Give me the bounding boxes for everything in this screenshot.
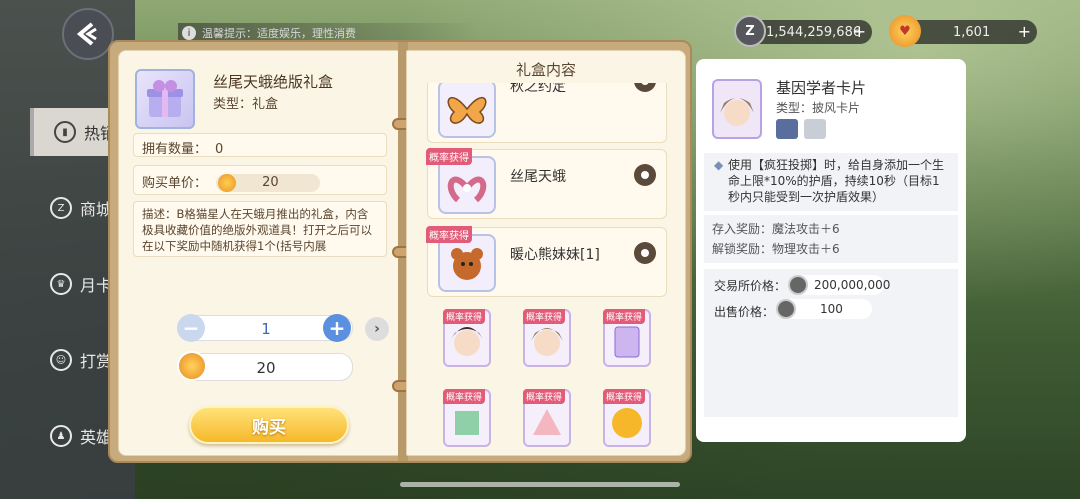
item-thumbnail (438, 83, 496, 138)
probability-tag: 概率获得 (603, 309, 646, 324)
chart-icon: ▮ (54, 121, 76, 143)
coin-amount: 1,544,259,686 (766, 24, 862, 40)
probability-tag: 概率获得 (523, 389, 566, 404)
add-coins-button[interactable]: + (853, 23, 866, 41)
probability-tag: 概率获得 (426, 226, 472, 243)
coin-icon (788, 275, 808, 295)
probability-tag: 概率获得 (523, 309, 566, 324)
item-description: 描述：B格猫星人在天蛾月推出的礼盒，内含极具收藏价值的绝版外观道具！打开之后可以… (133, 201, 387, 257)
item-name: 丝尾天蛾 (510, 169, 566, 185)
grid-item[interactable]: 概率获得 (603, 389, 651, 447)
probability-tag: 概率获得 (443, 309, 486, 324)
gem-counter: ♥ 1,601 + (889, 15, 1037, 47)
effect-text: 使用【疯狂投掷】时，给自身添加一个生命上限*10%的护盾，持续10秒（目标1秒内… (728, 158, 945, 204)
probability-tag: 概率获得 (443, 389, 486, 404)
item-detail-card: 基因学者卡片 类型：披风卡片 ◆ 使用【疯狂投掷】时，给自身添加一个生命上限*1… (696, 59, 966, 442)
owned-value: 0 (215, 142, 224, 157)
gift-icon: ☺ (50, 349, 72, 371)
card-name: 基因学者卡片 (776, 79, 867, 97)
chevron-right-icon: › (374, 321, 380, 337)
price-value: 20 (262, 174, 279, 190)
scan-icon[interactable] (776, 119, 798, 139)
list-item[interactable]: 概率获得 暖心熊妹妹[1] (426, 226, 667, 297)
grid-item[interactable]: 概率获得 (603, 309, 651, 367)
coin-counter: Z 1,544,259,686 + (734, 15, 872, 47)
market-price-pill: 200,000,000 (788, 275, 890, 295)
list-item[interactable]: 秋之约定 (427, 83, 667, 143)
plus-icon: + (328, 316, 346, 340)
gift-book-panel: 丝尾天蛾绝版礼盒 类型：礼盒 拥有数量： 0 购买单价： 20 描述：B格猫星人在… (108, 40, 692, 463)
hero-icon: ♟ (50, 425, 72, 447)
crown-icon: ♛ (50, 273, 72, 295)
grid-item[interactable]: 概率获得 (443, 389, 491, 447)
coin-icon: Z (734, 15, 766, 47)
eye-icon[interactable] (634, 242, 656, 264)
price-label: 购买单价： (142, 176, 208, 191)
contents-title: 礼盒内容 (515, 61, 576, 79)
grid-item[interactable]: 概率获得 (523, 309, 571, 367)
scholar-portrait-icon (720, 98, 754, 126)
gift-contents-page: 礼盒内容 秋之约定 概率获得 丝尾天蛾 概率获得 暖心熊妹妹[1] 概率获得 概… (406, 50, 686, 456)
card-type: 类型：披风卡片 (776, 101, 861, 115)
increase-button[interactable]: + (323, 314, 351, 342)
back-button[interactable] (62, 8, 114, 60)
eye-icon[interactable] (634, 83, 656, 92)
item-name: 秋之约定 (510, 83, 566, 95)
store-bonus: 存入奖励：魔法攻击＋6 (712, 222, 840, 236)
market-price-value: 200,000,000 (814, 278, 891, 292)
back-arrow-icon (76, 22, 97, 46)
card-portrait (712, 79, 762, 139)
cat-coin-icon (218, 173, 237, 192)
owned-row: 拥有数量： 0 (133, 133, 387, 157)
info-icon: i (182, 26, 196, 40)
item-info-page: 丝尾天蛾绝版礼盒 类型：礼盒 拥有数量： 0 购买单价： 20 描述：B格猫星人在… (118, 50, 400, 456)
list-item[interactable]: 概率获得 丝尾天蛾 (426, 148, 667, 219)
grid-item[interactable]: 概率获得 (443, 309, 491, 367)
cat-coin-icon: ♥ (889, 15, 921, 47)
price-pill: 20 (216, 173, 321, 192)
sell-price-pill: 100 (776, 299, 872, 319)
minus-icon: − (182, 316, 200, 340)
item-type: 类型：礼盒 (213, 97, 279, 112)
probability-tag: 概率获得 (426, 148, 472, 165)
skill-effect: ◆ 使用【疯狂投掷】时，给自身添加一个生命上限*10%的护盾，持续10秒（目标1… (704, 153, 958, 211)
gift-box-icon (135, 69, 195, 129)
decrease-button[interactable]: − (177, 314, 205, 342)
item-name: 暖心熊妹妹[1] (510, 247, 600, 263)
sell-price-label: 出售价格： (714, 305, 775, 319)
bonus-box: 存入奖励：魔法攻击＋6 解锁奖励：物理攻击＋6 (704, 215, 958, 263)
contents-list[interactable]: 秋之约定 概率获得 丝尾天蛾 概率获得 暖心熊妹妹[1] 概率获得 概率获得 概… (407, 83, 685, 453)
probability-tag: 概率获得 (603, 389, 646, 404)
buy-button[interactable]: 购买 (189, 406, 349, 444)
sell-price-value: 100 (820, 302, 843, 316)
home-indicator (400, 482, 680, 487)
notice-text: 温馨提示：适度娱乐，理性消费 (202, 27, 356, 40)
eye-icon[interactable] (634, 164, 656, 186)
cat-coin-icon (177, 351, 207, 381)
cloak-slot-icon[interactable] (804, 119, 826, 139)
price-row: 购买单价： 20 (133, 165, 387, 195)
diamond-bullet-icon: ◆ (714, 158, 724, 172)
shop-icon: Z (50, 197, 72, 219)
market-price-label: 交易所价格： (714, 279, 787, 293)
gem-amount: 1,601 (953, 24, 991, 40)
item-name: 丝尾天蛾绝版礼盒 (213, 73, 334, 91)
max-button[interactable]: › (365, 317, 389, 341)
owned-label: 拥有数量： (142, 142, 208, 157)
add-gems-button[interactable]: + (1018, 23, 1031, 41)
grid-item[interactable]: 概率获得 (523, 389, 571, 447)
coin-icon (776, 299, 796, 319)
unlock-bonus: 解锁奖励：物理攻击＋6 (712, 242, 840, 256)
